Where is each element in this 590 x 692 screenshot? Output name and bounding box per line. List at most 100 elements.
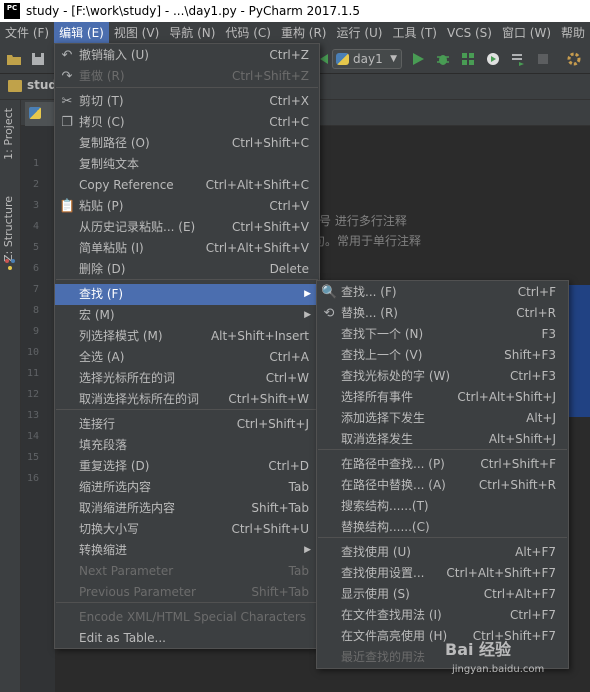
submenu-item-highlight-usages-in-file[interactable]: 在文件高亮使用 (H) Ctrl+Shift+F7 xyxy=(317,626,568,647)
submenu-item-shortcut: Ctrl+Alt+Shift+F7 xyxy=(446,566,556,580)
menu-item-shortcut: Shift+Tab xyxy=(251,585,309,599)
menu-item-next-parameter[interactable]: Next Parameter Tab xyxy=(55,561,319,582)
menu-item-shortcut: Ctrl+Alt+Shift+C xyxy=(205,178,309,192)
menu-item-undo[interactable]: ↶ 撤销输入 (U) Ctrl+Z xyxy=(55,45,319,66)
menu-view[interactable]: 视图 (V) xyxy=(109,22,164,44)
run-with-coverage-icon[interactable] xyxy=(460,51,476,67)
menu-navigate[interactable]: 导航 (N) xyxy=(164,22,220,44)
menu-item-duplicate-selection[interactable]: 重复选择 (D) Ctrl+D xyxy=(55,456,319,477)
menu-item-redo[interactable]: ↷ 重做 (R) Ctrl+Shift+Z xyxy=(55,66,319,87)
settings-icon[interactable] xyxy=(566,51,582,67)
submenu-item-label: 替换结构......(C) xyxy=(341,520,430,534)
submenu-item-replace-in-path[interactable]: 在路径中替换... (A) Ctrl+Shift+R xyxy=(317,475,568,496)
menu-window[interactable]: 窗口 (W) xyxy=(497,22,556,44)
submenu-item-find-previous[interactable]: 查找上一个 (V) Shift+F3 xyxy=(317,345,568,366)
menu-item-copy-plain-text[interactable]: 复制纯文本 xyxy=(55,154,319,175)
save-icon[interactable] xyxy=(30,51,46,67)
menu-item-label: 粘贴 (P) xyxy=(79,199,124,213)
menu-item-copy-reference[interactable]: Copy Reference Ctrl+Alt+Shift+C xyxy=(55,175,319,196)
submenu-item-search-structurally[interactable]: 搜索结构......(T) xyxy=(317,496,568,517)
breadcrumb-project[interactable]: stud xyxy=(27,78,57,92)
submenu-item-label: 在路径中查找... (P) xyxy=(341,457,445,471)
menu-item-delete[interactable]: 删除 (D) Delete xyxy=(55,259,319,280)
menu-item-paste-simple[interactable]: 简单粘贴 (I) Ctrl+Alt+Shift+V xyxy=(55,238,319,259)
menu-item-toggle-case[interactable]: 切换大小写 Ctrl+Shift+U xyxy=(55,519,319,540)
menu-item-shortcut: Alt+Shift+Insert xyxy=(210,329,309,343)
copy-icon: ❐ xyxy=(61,115,73,130)
tool-tab-project[interactable]: 1: Project xyxy=(2,108,15,160)
line-number: 1 xyxy=(32,158,39,169)
submenu-arrow-icon: ▶ xyxy=(304,289,311,299)
submenu-item-show-usages[interactable]: 显示使用 (S) Ctrl+Alt+F7 xyxy=(317,584,568,605)
run-configuration-select[interactable]: day1 ▼ xyxy=(332,49,402,69)
menu-edit[interactable]: 编辑 (E) xyxy=(54,22,109,44)
submenu-item-find-word-at-caret[interactable]: 查找光标处的字 (W) Ctrl+F3 xyxy=(317,366,568,387)
profile-icon[interactable] xyxy=(485,51,501,67)
menu-item-copy-path[interactable]: 复制路径 (O) Ctrl+Shift+C xyxy=(55,133,319,154)
menu-tools[interactable]: 工具 (T) xyxy=(387,22,442,44)
submenu-item-replace-structurally[interactable]: 替换结构......(C) xyxy=(317,517,568,538)
menu-run[interactable]: 运行 (U) xyxy=(332,22,388,44)
menu-item-select-all[interactable]: 全选 (A) Ctrl+A xyxy=(55,347,319,368)
submenu-item-unselect-occurrence[interactable]: 取消选择发生 Alt+Shift+J xyxy=(317,429,568,450)
submenu-item-label: 查找... (F) xyxy=(341,285,397,299)
submenu-item-find-usages-in-file[interactable]: 在文件查找用法 (I) Ctrl+F7 xyxy=(317,605,568,626)
menu-vcs[interactable]: VCS (S) xyxy=(442,22,497,44)
edit-menu-dropdown: ↶ 撤销输入 (U) Ctrl+Z ↷ 重做 (R) Ctrl+Shift+Z ✂ 剪切 (T… xyxy=(54,43,320,649)
menu-item-label: 重做 (R) xyxy=(79,69,125,83)
menu-item-label: 连接行 xyxy=(79,417,116,431)
menu-item-select-word-at-caret[interactable]: 选择光标所在的词 Ctrl+W xyxy=(55,368,319,389)
submenu-item-find-usages[interactable]: 查找使用 (U) Alt+F7 xyxy=(317,542,568,563)
menu-item-label: 取消缩进所选内容 xyxy=(79,501,176,515)
line-number: 8 xyxy=(32,305,39,316)
menu-item-copy[interactable]: ❐ 拷贝 (C) Ctrl+C xyxy=(55,112,319,133)
menu-item-unselect-word-at-caret[interactable]: 取消选择光标所在的词 Ctrl+Shift+W xyxy=(55,389,319,410)
stop-icon[interactable] xyxy=(535,51,551,67)
submenu-item-replace[interactable]: ⟲ 替换... (R) Ctrl+R xyxy=(317,303,568,324)
submenu-item-shortcut: Alt+Shift+J xyxy=(488,432,556,446)
menu-file[interactable]: 文件 (F) xyxy=(0,22,54,44)
line-number: 3 xyxy=(32,200,39,211)
submenu-item-find[interactable]: 🔍 查找... (F) Ctrl+F xyxy=(317,282,568,303)
menu-item-label: 从历史记录粘贴... (E) xyxy=(79,220,196,234)
menu-item-label: 切换大小写 xyxy=(79,522,140,536)
submenu-item-shortcut: Alt+F7 xyxy=(515,545,556,559)
menu-item-paste-from-history[interactable]: 从历史记录粘贴... (E) Ctrl+Shift+V xyxy=(55,217,319,238)
submenu-item-find-usages-settings[interactable]: 查找使用设置... Ctrl+Alt+Shift+F7 xyxy=(317,563,568,584)
menu-item-label: 重复选择 (D) xyxy=(79,459,150,473)
menu-item-fill-paragraph[interactable]: 填充段落 xyxy=(55,435,319,456)
concurrency-icon[interactable] xyxy=(510,51,526,67)
debug-icon[interactable] xyxy=(435,51,451,67)
menu-item-column-selection-mode[interactable]: 列选择模式 (M) Alt+Shift+Insert xyxy=(55,326,319,347)
menu-item-unindent-selection[interactable]: 取消缩进所选内容 Shift+Tab xyxy=(55,498,319,519)
menu-item-macros[interactable]: 宏 (M) ▶ xyxy=(55,305,319,326)
menu-separator xyxy=(56,409,318,410)
menu-item-encode-xml-html[interactable]: Encode XML/HTML Special Characters xyxy=(55,607,319,628)
menu-item-edit-as-table[interactable]: Edit as Table... xyxy=(55,628,319,649)
submenu-item-find-next[interactable]: 查找下一个 (N) F3 xyxy=(317,324,568,345)
menu-item-previous-parameter[interactable]: Previous Parameter Shift+Tab xyxy=(55,582,319,603)
menu-bar: 文件 (F) 编辑 (E) 视图 (V) 导航 (N) 代码 (C) 重构 (R… xyxy=(0,22,590,44)
tool-tab-structure[interactable]: Z: Structure xyxy=(2,196,15,262)
menu-item-find[interactable]: 查找 (F) ▶ xyxy=(55,284,319,305)
menu-item-join-lines[interactable]: 连接行 Ctrl+Shift+J xyxy=(55,414,319,435)
menu-item-shortcut: Shift+Tab xyxy=(251,501,309,515)
menu-item-shortcut: Ctrl+Shift+J xyxy=(236,417,309,431)
menu-help[interactable]: 帮助 xyxy=(556,22,590,44)
menu-item-cut[interactable]: ✂ 剪切 (T) Ctrl+X xyxy=(55,91,319,112)
paste-icon: 📋 xyxy=(59,199,76,214)
run-icon[interactable] xyxy=(410,51,426,67)
open-folder-icon[interactable] xyxy=(6,51,22,67)
submenu-item-label: 显示使用 (S) xyxy=(341,587,410,601)
menu-refactor[interactable]: 重构 (R) xyxy=(276,22,332,44)
menu-item-convert-indents[interactable]: 转换缩进 ▶ xyxy=(55,540,319,561)
menu-item-paste[interactable]: 📋 粘贴 (P) Ctrl+V xyxy=(55,196,319,217)
menu-item-indent-selection[interactable]: 缩进所选内容 Tab xyxy=(55,477,319,498)
submenu-item-select-all-occurrences[interactable]: 选择所有事件 Ctrl+Alt+Shift+J xyxy=(317,387,568,408)
menu-code[interactable]: 代码 (C) xyxy=(220,22,276,44)
submenu-item-add-selection-next-occurrence[interactable]: 添加选择下发生 Alt+J xyxy=(317,408,568,429)
submenu-item-find-in-path[interactable]: 在路径中查找... (P) Ctrl+Shift+F xyxy=(317,454,568,475)
menu-item-label: Encode XML/HTML Special Characters xyxy=(79,610,306,624)
find-icon: 🔍 xyxy=(321,285,338,300)
submenu-item-shortcut: Shift+F3 xyxy=(504,348,556,362)
